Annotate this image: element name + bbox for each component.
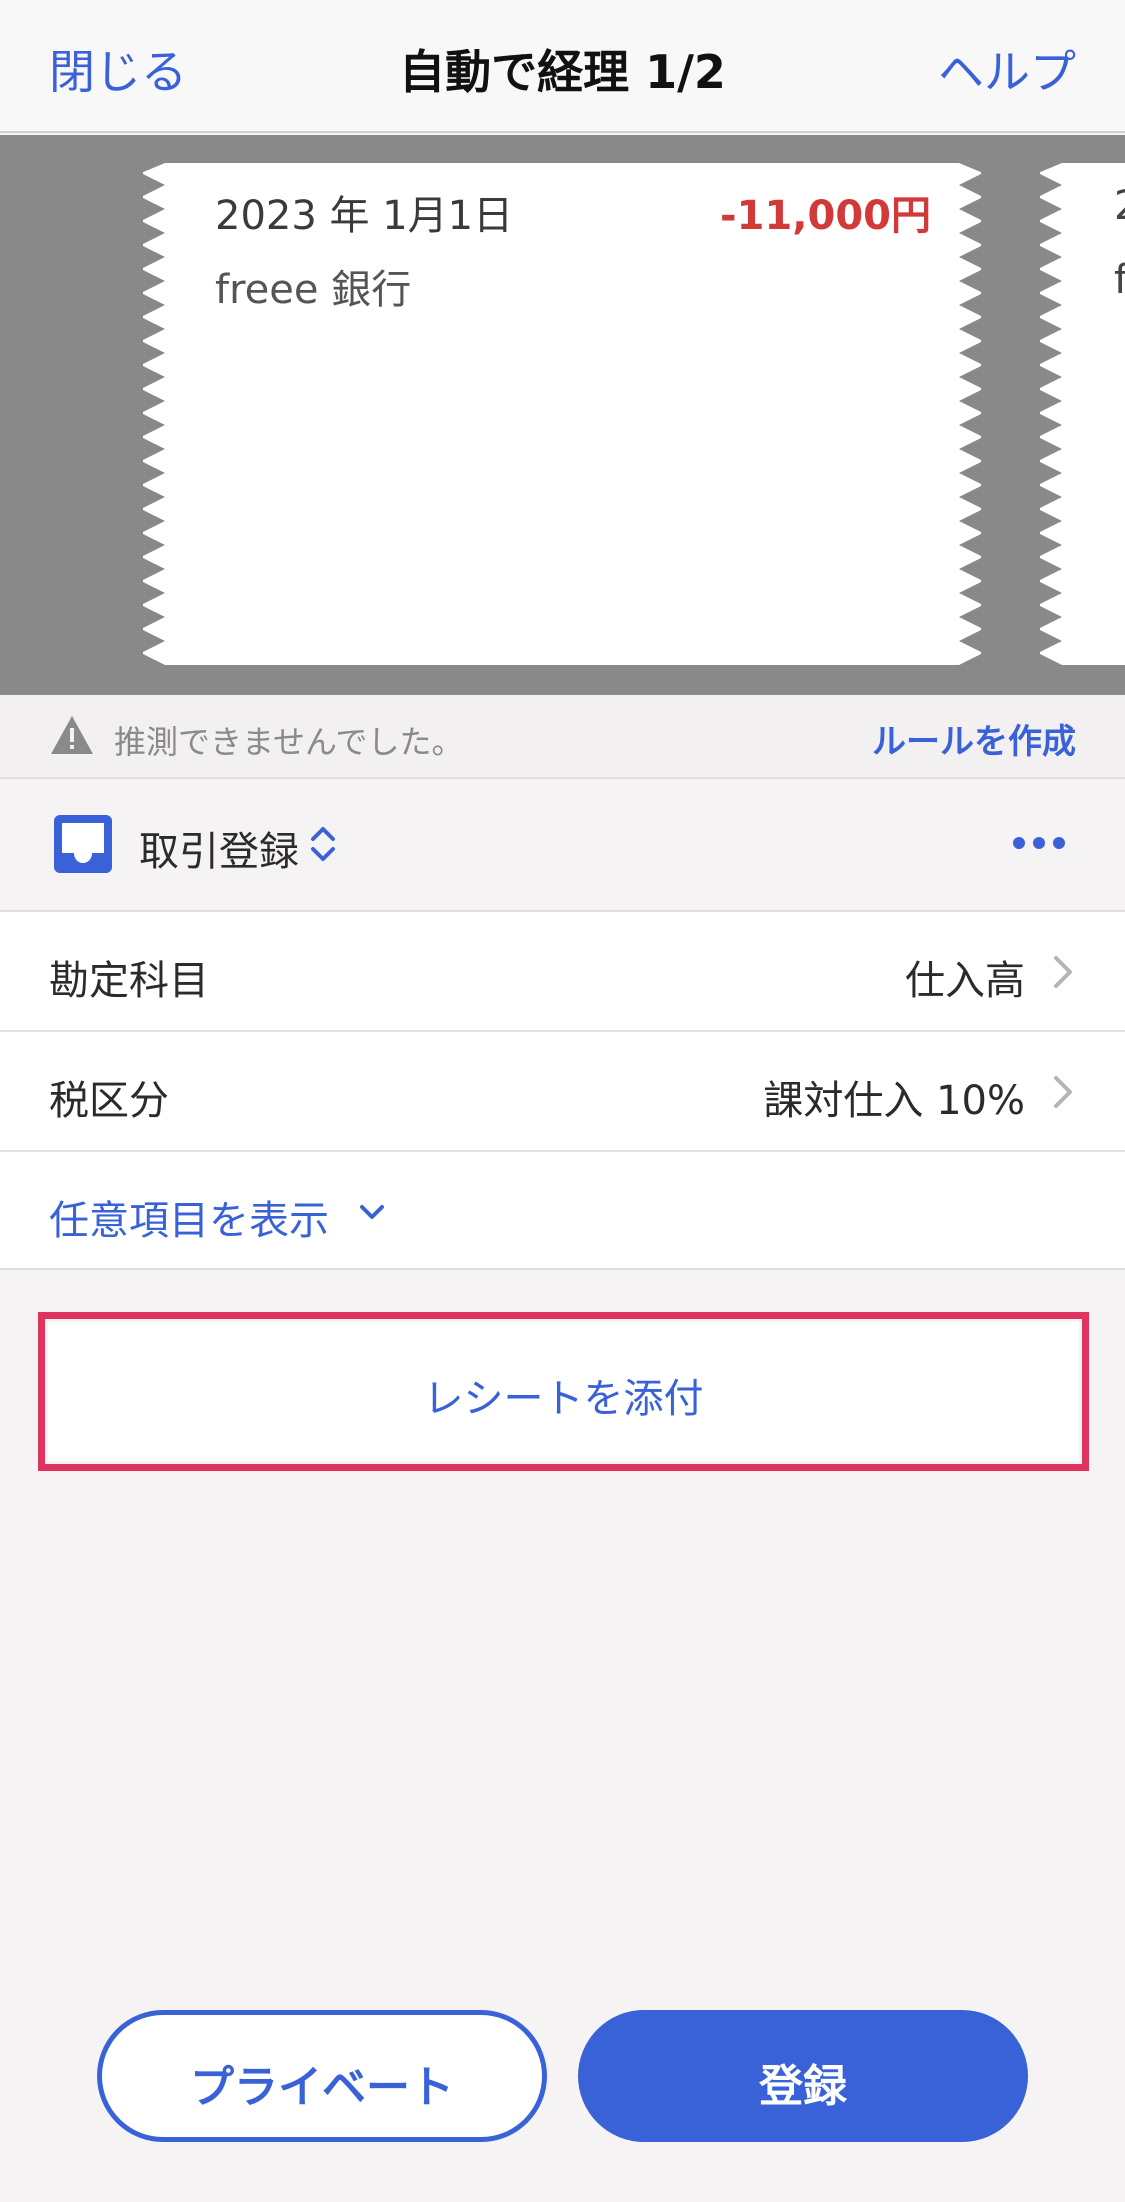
receipt-bank: freee 銀行: [215, 267, 412, 313]
chevron-up-down-icon[interactable]: [308, 823, 338, 865]
next-receipt-date: 2: [1114, 183, 1125, 229]
receipt-date: 2023 年 1月1日: [215, 193, 514, 239]
transaction-type-row[interactable]: 取引登録: [0, 779, 1125, 912]
transaction-type-label[interactable]: 取引登録: [139, 819, 299, 877]
chevron-down-icon: [360, 1205, 384, 1219]
ellipsis-icon[interactable]: [1011, 831, 1067, 855]
receipt-amount: -11,000円: [720, 193, 931, 239]
optional-fields-row[interactable]: 任意項目を表示: [0, 1152, 1125, 1272]
inbox-icon: [54, 815, 112, 873]
private-button[interactable]: プライベート: [97, 2010, 547, 2142]
receipt-edge-left: [141, 163, 165, 665]
receipt-edge-right: [959, 163, 983, 665]
receipt-card[interactable]: 2023 年 1月1日 -11,000円 freee 銀行: [141, 163, 983, 665]
transaction-form: 勘定科目 仕入高 税区分 課対仕入 10% 任意項目を表示: [0, 912, 1125, 1270]
account-label: 勘定科目: [49, 958, 209, 1004]
navigation-bar: 閉じる 自動で経理 1/2 ヘルプ: [0, 0, 1125, 133]
next-receipt-bank: f: [1114, 257, 1125, 303]
tax-value: 課対仕入 10%: [763, 1078, 1025, 1124]
attach-receipt-label: レシートを添付: [423, 1376, 704, 1422]
tax-row[interactable]: 税区分 課対仕入 10%: [0, 1032, 1125, 1152]
show-optional-fields-link[interactable]: 任意項目を表示: [49, 1188, 329, 1246]
account-row[interactable]: 勘定科目 仕入高: [0, 912, 1125, 1032]
warning-triangle-icon: [51, 716, 93, 754]
account-value: 仕入高: [905, 958, 1025, 1004]
chevron-right-icon: [1054, 956, 1072, 988]
chevron-right-icon: [1054, 1076, 1072, 1108]
receipt-edge-left: [1038, 163, 1062, 665]
register-button-label: 登録: [759, 2061, 847, 2112]
tax-label: 税区分: [49, 1078, 169, 1124]
register-button[interactable]: 登録: [578, 2010, 1028, 2142]
attach-receipt-button[interactable]: レシートを添付: [48, 1322, 1079, 1461]
warning-text: 推測できませんでした。: [114, 723, 464, 761]
receipt-carousel[interactable]: 2023 年 1月1日 -11,000円 freee 銀行 2 f: [0, 135, 1125, 695]
create-rule-link[interactable]: ルールを作成: [872, 714, 1076, 763]
private-button-label: プライベート: [190, 2062, 454, 2113]
next-receipt-card[interactable]: 2 f: [1038, 163, 1125, 665]
guess-warning-bar: 推測できませんでした。 ルールを作成: [0, 695, 1125, 779]
help-button[interactable]: ヘルプ: [938, 36, 1076, 102]
